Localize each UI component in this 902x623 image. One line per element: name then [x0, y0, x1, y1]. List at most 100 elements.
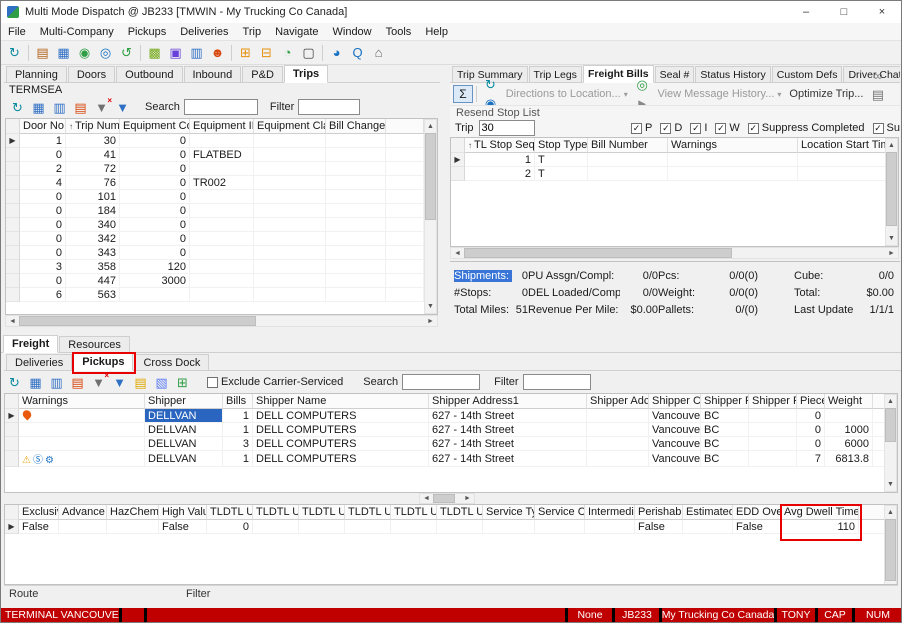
- view-message-history-button[interactable]: View Message History... ▾: [657, 88, 781, 100]
- maximize-button[interactable]: □: [825, 1, 863, 23]
- table-view2-icon[interactable]: ▥: [49, 98, 70, 117]
- cell[interactable]: [825, 409, 873, 423]
- checkbox-i[interactable]: ✓I: [690, 122, 707, 134]
- row-selector[interactable]: [6, 218, 20, 232]
- cell[interactable]: [254, 274, 326, 288]
- cell[interactable]: 627 - 14th Street: [429, 451, 587, 467]
- scroll-track[interactable]: [425, 220, 436, 300]
- cell[interactable]: 6813.8: [825, 451, 873, 467]
- refresh-icon[interactable]: ↻: [4, 373, 25, 392]
- cell[interactable]: [253, 520, 299, 534]
- table-view-icon[interactable]: ▦: [25, 373, 46, 392]
- dispatch-board-icon[interactable]: ▤: [32, 43, 53, 62]
- cell[interactable]: [190, 218, 254, 232]
- cell[interactable]: [587, 423, 649, 437]
- triptab-seal[interactable]: Seal #: [655, 66, 695, 82]
- multi-window-icon[interactable]: ▥: [186, 43, 207, 62]
- layers-icon[interactable]: ▧: [151, 373, 172, 392]
- planning-vertical-scrollbar[interactable]: ▲▼: [424, 119, 437, 314]
- col-service-clas[interactable]: Service Clas: [535, 505, 585, 520]
- subtab-cross-dock[interactable]: Cross Dock: [134, 354, 209, 370]
- row-selector[interactable]: [5, 437, 19, 451]
- col-tldtl-user[interactable]: TLDTL User: [437, 505, 483, 520]
- scroll-track[interactable]: [885, 442, 896, 478]
- globe-icon[interactable]: ◉: [74, 43, 95, 62]
- cell[interactable]: Vancouver: [649, 423, 701, 437]
- cell[interactable]: [190, 274, 254, 288]
- cell[interactable]: 120: [120, 260, 190, 274]
- filter-clear-icon[interactable]: ▼×: [88, 373, 109, 392]
- cell[interactable]: 0: [120, 204, 190, 218]
- cell[interactable]: [190, 134, 254, 148]
- cell[interactable]: 0: [120, 162, 190, 176]
- cell[interactable]: [326, 260, 386, 274]
- cell[interactable]: 2: [20, 162, 66, 176]
- cell[interactable]: 0: [20, 190, 66, 204]
- home-icon[interactable]: ⌂: [368, 43, 389, 62]
- cell[interactable]: [668, 167, 798, 181]
- cell[interactable]: [107, 520, 159, 534]
- col-tldtl-user[interactable]: TLDTL User: [299, 505, 345, 520]
- col-exclusive[interactable]: Exclusive: [19, 505, 59, 520]
- col-intermediat[interactable]: Intermediat: [585, 505, 635, 520]
- cell[interactable]: Vancouver: [649, 437, 701, 451]
- col-stop-type[interactable]: Stop Type: [535, 138, 588, 153]
- refresh-icon[interactable]: ↻: [7, 98, 28, 117]
- col-tldtl-user[interactable]: TLDTL User: [253, 505, 299, 520]
- cell[interactable]: 7: [797, 451, 825, 467]
- scroll-arrow-icon[interactable]: ◄: [6, 316, 19, 326]
- cell[interactable]: [190, 190, 254, 204]
- globe-search-icon[interactable]: ◎: [95, 43, 116, 62]
- cell[interactable]: [386, 232, 424, 246]
- scroll-track[interactable]: [732, 248, 885, 258]
- cell[interactable]: 3000: [120, 274, 190, 288]
- cell[interactable]: 0: [20, 204, 66, 218]
- cell[interactable]: [190, 232, 254, 246]
- cell[interactable]: [345, 520, 391, 534]
- col-pieces[interactable]: Pieces: [797, 394, 825, 409]
- triptab-status-history[interactable]: Status History: [695, 66, 770, 82]
- checkbox-p[interactable]: ✓P: [631, 122, 652, 134]
- detail-horizontal-scrollbar[interactable]: ◄►: [419, 493, 475, 504]
- col-shipper-adc[interactable]: Shipper Adc: [587, 394, 649, 409]
- menu-file[interactable]: File: [1, 24, 33, 40]
- subtab-pickups[interactable]: Pickups: [73, 353, 133, 371]
- row-selector[interactable]: [5, 423, 19, 437]
- table-edit-icon[interactable]: ▤: [70, 98, 91, 117]
- refresh-icon[interactable]: ↻: [480, 75, 501, 94]
- cell[interactable]: [254, 162, 326, 176]
- filter-icon[interactable]: ▼: [112, 98, 133, 117]
- cell[interactable]: [535, 520, 585, 534]
- col-tldtl-user[interactable]: TLDTL User: [345, 505, 391, 520]
- menu-tools[interactable]: Tools: [379, 24, 419, 40]
- cell[interactable]: [749, 409, 797, 423]
- cell[interactable]: 41: [66, 148, 120, 162]
- row-selector[interactable]: ▶: [5, 520, 19, 534]
- cell[interactable]: ⚠Ⓢ⚙: [19, 451, 145, 467]
- scroll-arrow-icon[interactable]: ▼: [886, 232, 897, 245]
- scroll-track[interactable]: [256, 316, 424, 326]
- detail-vertical-scrollbar[interactable]: ▲▼: [884, 505, 897, 584]
- cell[interactable]: [587, 451, 649, 467]
- table-view2-icon[interactable]: ▥: [46, 373, 67, 392]
- refresh-icon[interactable]: ↻: [4, 43, 25, 62]
- scroll-arrow-icon[interactable]: ▲: [885, 506, 896, 519]
- cell[interactable]: [326, 190, 386, 204]
- stop-list-vertical-scrollbar[interactable]: ▲▼: [885, 138, 898, 246]
- scroll-arrow-icon[interactable]: ►: [424, 316, 437, 326]
- col-perishable[interactable]: Perishable: [635, 505, 683, 520]
- cell[interactable]: 447: [66, 274, 120, 288]
- deliveries-board-icon[interactable]: ⊟: [256, 43, 277, 62]
- scroll-thumb[interactable]: [885, 519, 896, 581]
- cell[interactable]: [749, 423, 797, 437]
- cell[interactable]: [19, 437, 145, 451]
- cell[interactable]: 6: [20, 288, 66, 302]
- cell[interactable]: [190, 204, 254, 218]
- cell[interactable]: 343: [66, 246, 120, 260]
- cell[interactable]: [19, 409, 145, 423]
- col-tl-stop-sequenc[interactable]: ↑TL Stop Sequenc: [465, 138, 535, 153]
- cell[interactable]: 0: [120, 218, 190, 232]
- col-warnings[interactable]: Warnings: [19, 394, 145, 409]
- cell[interactable]: 0: [120, 246, 190, 260]
- checkbox-d[interactable]: ✓D: [660, 122, 682, 134]
